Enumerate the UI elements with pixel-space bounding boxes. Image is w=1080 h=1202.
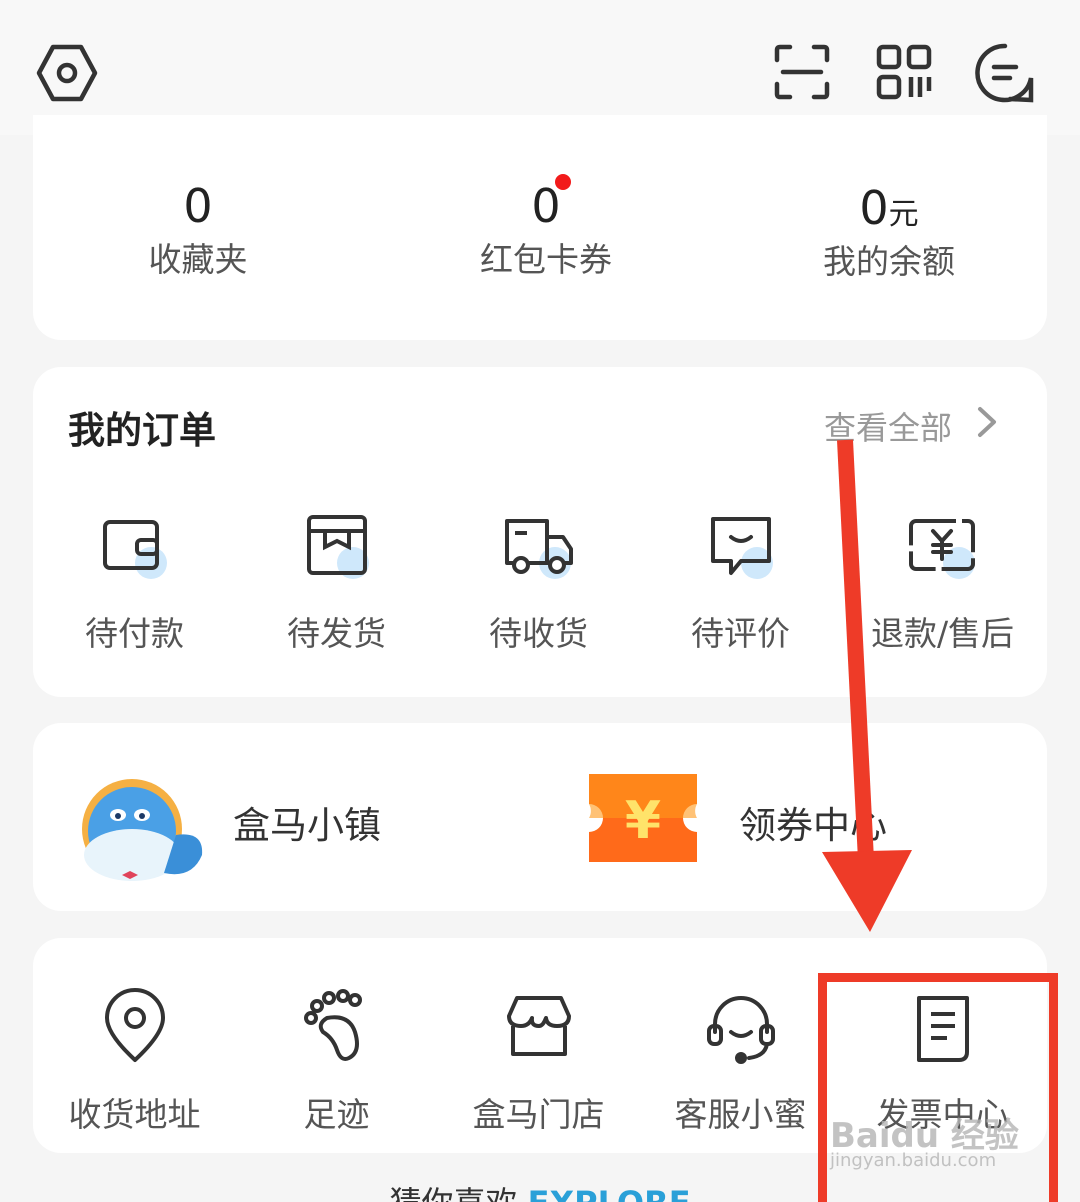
order-pending-payment[interactable]: 待付款 (33, 507, 236, 655)
orders-card: 我的订单 查看全部 待付款 待发货 待收货 待评价 退款/售后 (33, 367, 1047, 697)
watermark-url: jingyan.baidu.com (830, 1150, 997, 1171)
service-address[interactable]: 收货地址 (33, 988, 236, 1136)
view-all-link[interactable]: 查看全部 (824, 403, 952, 449)
chevron-right-icon[interactable] (975, 405, 999, 439)
service-label: 足迹 (303, 1095, 370, 1134)
service-label: 收货地址 (68, 1095, 201, 1134)
stat-label: 我的余额 (823, 242, 955, 281)
headset-icon (701, 988, 781, 1068)
truck-icon (499, 507, 579, 587)
promo-label[interactable]: 领券中心 (739, 795, 887, 849)
stat-label: 收藏夹 (148, 240, 248, 279)
settings-hex-icon[interactable] (36, 42, 98, 104)
box-icon (297, 507, 377, 587)
stat-favorites[interactable]: 0 收藏夹 (48, 183, 348, 276)
store-icon (499, 988, 579, 1068)
hippo-mascot-icon[interactable] (80, 775, 210, 887)
footprint-icon (297, 988, 377, 1068)
order-label: 待收货 (489, 614, 588, 653)
stat-balance[interactable]: 0元 我的余额 (739, 185, 1039, 278)
explore-label: EXPLORE (528, 1184, 691, 1202)
stat-value: 0 (859, 181, 889, 235)
order-pending-receipt[interactable]: 待收货 (437, 507, 640, 655)
stats-card: 0 收藏夹 0 红包卡券 0元 我的余额 (33, 115, 1047, 340)
coupon-ticket-icon[interactable]: ¥ (583, 768, 703, 868)
stat-label: 红包卡券 (480, 240, 612, 279)
stat-unit: 元 (888, 197, 919, 232)
order-refund[interactable]: 退款/售后 (841, 507, 1044, 655)
order-label: 待付款 (85, 614, 184, 653)
service-label: 盒马门店 (472, 1095, 605, 1134)
order-pending-shipment[interactable]: 待发货 (235, 507, 438, 655)
location-pin-icon (95, 988, 175, 1068)
service-customer-support[interactable]: 客服小蜜 (639, 988, 842, 1136)
order-label: 待发货 (287, 614, 386, 653)
order-label: 退款/售后 (870, 614, 1015, 653)
qrcode-icon[interactable] (876, 44, 932, 100)
stat-coupons[interactable]: 0 红包卡券 (396, 183, 696, 276)
stat-value: 0 (183, 179, 213, 233)
promo-card: 盒马小镇 ¥ 领券中心 (33, 723, 1047, 911)
guess-you-like-header: 猜你喜欢 EXPLORE (0, 1178, 1080, 1202)
service-label: 客服小蜜 (674, 1095, 807, 1134)
guess-title: 猜你喜欢 (389, 1184, 517, 1202)
wallet-icon (95, 507, 175, 587)
message-icon[interactable] (974, 42, 1036, 104)
invoice-icon (903, 988, 983, 1068)
order-label: 待评价 (691, 614, 790, 653)
section-title: 我的订单 (68, 409, 216, 452)
service-footprint[interactable]: 足迹 (235, 988, 438, 1136)
promo-label[interactable]: 盒马小镇 (233, 795, 381, 849)
svg-text:¥: ¥ (625, 791, 661, 851)
comment-icon (701, 507, 781, 587)
service-store[interactable]: 盒马门店 (437, 988, 640, 1136)
refund-icon (903, 507, 983, 587)
order-pending-review[interactable]: 待评价 (639, 507, 842, 655)
scan-icon[interactable] (774, 44, 830, 100)
notification-dot (555, 174, 571, 190)
